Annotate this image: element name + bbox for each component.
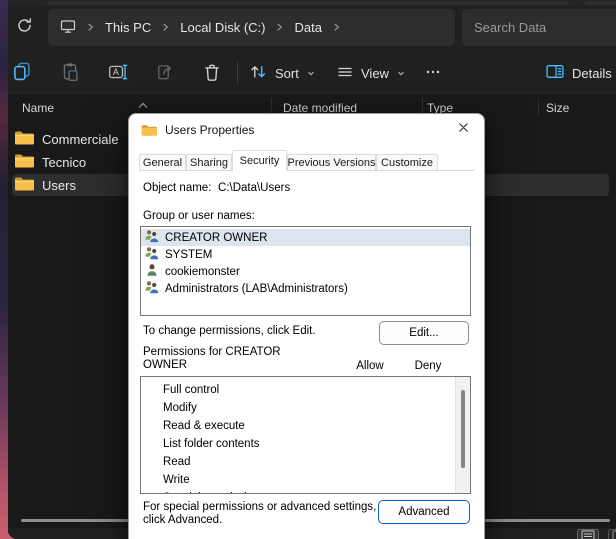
column-divider (538, 98, 539, 115)
permission-row-write: Write (141, 471, 470, 489)
column-header-name[interactable]: Name (22, 101, 54, 115)
details-view-icon (581, 528, 595, 539)
dialog-title: Users Properties (165, 123, 254, 137)
paste-button[interactable] (60, 58, 80, 88)
breadcrumb-chevron-icon[interactable] (275, 20, 284, 35)
trash-icon (202, 62, 222, 85)
svg-text:A: A (113, 66, 119, 76)
edit-hint: To change permissions, click Edit. (143, 325, 316, 337)
edit-button[interactable]: Edit... (379, 321, 469, 345)
folder-name: Users (42, 178, 76, 193)
details-pane-icon (546, 63, 565, 83)
rename-icon: A (108, 62, 128, 85)
group-item-administrators[interactable]: Administrators (LAB\Administrators) (141, 280, 470, 297)
group-name: CREATOR OWNER (165, 232, 267, 244)
delete-button[interactable] (202, 58, 222, 88)
tab-customize[interactable]: Customize (376, 154, 438, 171)
object-name-value: C:\Data\Users (218, 182, 290, 194)
share-icon (156, 62, 176, 85)
permissions-label-line1: Permissions for CREATOR (143, 346, 281, 358)
search-box[interactable] (462, 9, 616, 46)
tab-previous-versions[interactable]: Previous Versions (287, 154, 376, 171)
permissions-scrollbar[interactable] (455, 377, 470, 493)
copy-icon (12, 61, 33, 85)
breadcrumb-chevron-icon[interactable] (332, 20, 341, 35)
paste-icon (60, 62, 80, 85)
permissions-label-line2: OWNER (143, 359, 187, 371)
details-label: Details (572, 66, 612, 81)
breadcrumb-this-pc[interactable]: This PC (105, 20, 151, 35)
chevron-down-icon (306, 66, 316, 81)
sort-button[interactable]: Sort (249, 58, 316, 88)
breadcrumb-local-disk-c[interactable]: Local Disk (C:) (180, 20, 265, 35)
view-list-icon (336, 64, 354, 83)
permission-row-read-execute: Read & execute (141, 417, 470, 435)
address-row: This PC Local Disk (C:) Data (8, 5, 616, 50)
allow-column-header: Allow (349, 360, 391, 372)
more-options-button[interactable] (424, 58, 442, 88)
share-button[interactable] (156, 58, 176, 88)
close-button[interactable] (454, 121, 472, 139)
breadcrumb-data[interactable]: Data (294, 20, 321, 35)
tab-sharing[interactable]: Sharing (186, 154, 232, 171)
ellipsis-icon (424, 64, 442, 83)
refresh-button[interactable] (13, 17, 35, 39)
scrollbar-thumb[interactable] (461, 390, 465, 468)
group-item-creator-owner[interactable]: CREATOR OWNER (141, 229, 470, 246)
folder-icon (14, 152, 34, 172)
view-label: View (361, 66, 389, 81)
group-name: Administrators (LAB\Administrators) (165, 283, 348, 295)
permission-row-full-control: Full control (141, 381, 470, 399)
tab-baseline (139, 170, 474, 171)
group-name: SYSTEM (165, 249, 212, 261)
chevron-down-icon (396, 66, 406, 81)
column-header-size[interactable]: Size (546, 101, 569, 115)
advanced-hint-line1: For special permissions or advanced sett… (143, 501, 376, 513)
group-item-cookiemonster[interactable]: cookiemonster (141, 263, 470, 280)
breadcrumb-chevron-icon[interactable] (86, 20, 95, 35)
details-view-toggle-button[interactable] (577, 529, 599, 539)
permission-row-read: Read (141, 453, 470, 471)
advanced-button[interactable]: Advanced (378, 500, 470, 524)
refresh-icon (16, 17, 33, 39)
toolbar: A Sort (8, 50, 616, 95)
deny-column-header: Deny (407, 360, 449, 372)
permission-row-modify: Modify (141, 399, 470, 417)
toolbar-divider (237, 62, 238, 84)
this-pc-icon (60, 18, 76, 37)
details-pane-button[interactable]: Details (546, 58, 612, 88)
screen: This PC Local Disk (C:) Data (0, 0, 616, 539)
users-properties-dialog: Users Properties General Sharing Securit… (128, 113, 485, 539)
group-item-system[interactable]: SYSTEM (141, 246, 470, 263)
permission-row-special-permissions: Special permissions (141, 489, 470, 494)
tab-security[interactable]: Security (232, 150, 287, 171)
tab-general[interactable]: General (139, 154, 186, 171)
group-list-label: Group or user names: (143, 210, 255, 222)
rename-button[interactable]: A (108, 58, 128, 88)
folder-name: Commerciale (42, 132, 119, 147)
view-button[interactable]: View (336, 58, 406, 88)
copy-button[interactable] (12, 58, 33, 88)
search-input[interactable] (474, 20, 616, 35)
advanced-hint-line2: click Advanced. (143, 514, 222, 526)
group-name: cookiemonster (165, 266, 240, 278)
close-icon (457, 121, 470, 139)
folder-name: Tecnico (42, 155, 86, 170)
sort-ascending-icon (138, 96, 148, 114)
group-icon (144, 279, 160, 298)
permissions-list: Full control Modify Read & execute List … (140, 376, 471, 494)
thumbnail-view-toggle-button[interactable] (608, 529, 616, 539)
folder-icon (14, 175, 34, 195)
folder-icon (14, 129, 34, 149)
permission-row-list-folder-contents: List folder contents (141, 435, 470, 453)
breadcrumb-chevron-icon[interactable] (161, 20, 170, 35)
address-bar[interactable]: This PC Local Disk (C:) Data (48, 9, 455, 46)
thumbnail-view-icon (612, 528, 616, 539)
sort-arrows-icon (249, 63, 268, 83)
sort-label: Sort (275, 66, 299, 81)
object-name-label: Object name: (143, 182, 211, 194)
folder-icon (141, 123, 157, 142)
group-user-list: CREATOR OWNER SYSTEM cookiemonster Admin… (140, 226, 471, 316)
